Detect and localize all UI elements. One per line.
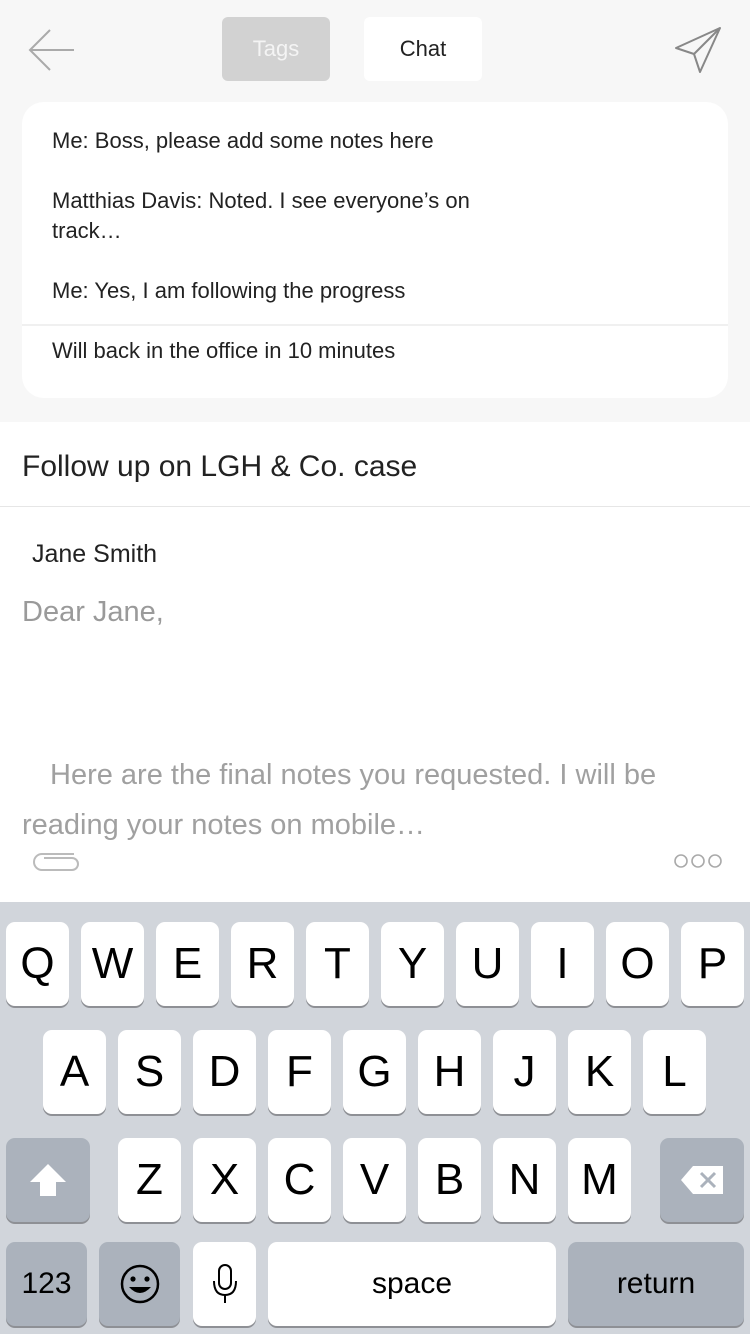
back-arrow-icon[interactable] — [26, 24, 78, 76]
emoji-key[interactable] — [99, 1242, 180, 1326]
key-s[interactable]: S — [118, 1030, 181, 1114]
key-o[interactable]: O — [606, 922, 669, 1006]
shift-key[interactable] — [6, 1138, 90, 1222]
key-k[interactable]: K — [568, 1030, 631, 1114]
delete-icon — [681, 1166, 723, 1194]
send-paper-plane-icon[interactable] — [672, 24, 724, 76]
chat-input[interactable]: Will back in the office in 10 minutes — [52, 336, 532, 366]
key-p[interactable]: P — [681, 922, 744, 1006]
key-q[interactable]: Q — [6, 922, 69, 1006]
key-h[interactable]: H — [418, 1030, 481, 1114]
chat-message: Matthias Davis: Noted. I see everyone’s … — [52, 188, 470, 243]
key-e[interactable]: E — [156, 922, 219, 1006]
dictation-key[interactable] — [193, 1242, 256, 1326]
key-u[interactable]: U — [456, 922, 519, 1006]
chat-message: Me: Boss, please add some notes here — [52, 128, 434, 153]
paperclip-icon[interactable] — [28, 846, 84, 874]
key-y[interactable]: Y — [381, 922, 444, 1006]
tab-chat[interactable]: Chat — [364, 17, 482, 81]
space-key[interactable]: space — [268, 1242, 556, 1326]
key-d[interactable]: D — [193, 1030, 256, 1114]
compose-area: Follow up on LGH & Co. case Jane Smith D… — [0, 422, 750, 902]
top-bar: Tags Chat — [0, 0, 750, 100]
key-b[interactable]: B — [418, 1138, 481, 1222]
keyboard: Q W E R T Y U I O P A S D F G H J K L Z … — [0, 902, 750, 1334]
numbers-key[interactable]: 123 — [6, 1242, 87, 1326]
more-dots-icon[interactable] — [672, 850, 724, 872]
shift-icon — [30, 1164, 66, 1196]
key-j[interactable]: J — [493, 1030, 556, 1114]
key-t[interactable]: T — [306, 922, 369, 1006]
microphone-icon — [212, 1264, 237, 1303]
subject-field[interactable]: Follow up on LGH & Co. case — [22, 450, 417, 484]
key-v[interactable]: V — [343, 1138, 406, 1222]
key-i[interactable]: I — [531, 922, 594, 1006]
key-n[interactable]: N — [493, 1138, 556, 1222]
key-c[interactable]: C — [268, 1138, 331, 1222]
key-l[interactable]: L — [643, 1030, 706, 1114]
recipient-field[interactable]: Jane Smith — [32, 540, 157, 569]
key-x[interactable]: X — [193, 1138, 256, 1222]
tab-tags[interactable]: Tags — [222, 17, 330, 81]
delete-key[interactable] — [660, 1138, 744, 1222]
key-m[interactable]: M — [568, 1138, 631, 1222]
body-text[interactable]: Here are the final notes you requested. … — [22, 750, 722, 850]
greeting-text[interactable]: Dear Jane, — [22, 596, 164, 629]
chat-message: Me: Yes, I am following the progress — [52, 278, 406, 303]
emoji-icon — [120, 1264, 159, 1304]
chat-divider — [22, 324, 728, 326]
chat-card: Me: Boss, please add some notes here Mat… — [22, 102, 728, 398]
key-w[interactable]: W — [81, 922, 144, 1006]
key-r[interactable]: R — [231, 922, 294, 1006]
key-f[interactable]: F — [268, 1030, 331, 1114]
key-z[interactable]: Z — [118, 1138, 181, 1222]
subject-divider — [0, 506, 750, 507]
key-g[interactable]: G — [343, 1030, 406, 1114]
key-a[interactable]: A — [43, 1030, 106, 1114]
return-key[interactable]: return — [568, 1242, 744, 1326]
